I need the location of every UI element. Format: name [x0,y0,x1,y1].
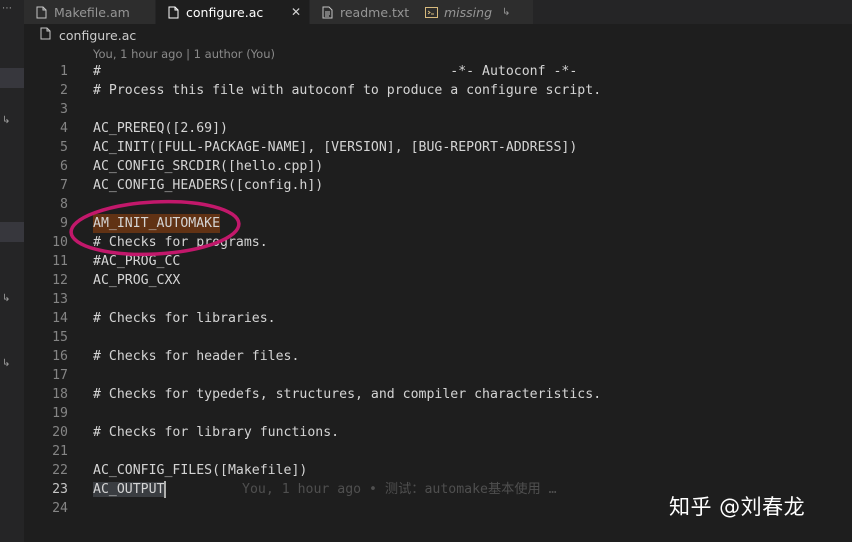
code-text[interactable]: #AC_PROG_CC [93,252,180,271]
line-number: 16 [52,349,68,364]
line-number: 14 [52,311,68,326]
line-number: 2 [60,83,68,98]
code-line: 15 [24,328,852,347]
file-icon [40,27,51,43]
tab-label: configure.ac [186,4,264,20]
dots-icon: ⋯ [2,3,12,14]
line-number: 20 [52,425,68,440]
git-codelens[interactable]: You, 1 hour ago | 1 author (You) [93,47,275,61]
line-number: 7 [60,178,68,193]
file-icon [166,6,180,19]
code-line: 20 # Checks for library functions. [24,423,852,442]
breadcrumb: configure.ac [24,24,852,46]
code-text[interactable]: # Checks for libraries. [93,309,276,328]
code-line: 12 AC_PROG_CXX [24,271,852,290]
breadcrumb-file[interactable]: configure.ac [59,28,136,43]
code-line: 17 [24,366,852,385]
explorer-row[interactable]: ⋯ [0,0,24,20]
symlink-decoration: ↳ [502,6,511,18]
explorer-row[interactable]: ↳ [0,290,24,310]
tab-makefile-am[interactable]: Makefile.am [24,0,156,24]
code-text[interactable]: # Process this file with autoconf to pro… [93,81,601,100]
line-number: 11 [52,254,68,269]
code-line: 10 # Checks for programs. [24,233,852,252]
code-editor[interactable]: 1 # -*- Autoconf -*- 2 # Process this file… [24,62,852,542]
code-text[interactable]: AC_PREREQ([2.69]) [93,119,228,138]
file-icon [34,6,48,19]
tab-bar: Makefile.am configure.ac ✕ readme.txt mi… [24,0,852,24]
link-arrow-icon: ↳ [2,293,11,304]
line-number: 5 [60,140,68,155]
code-line: 16 # Checks for header files. [24,347,852,366]
code-text[interactable]: AC_INIT([FULL-PACKAGE-NAME], [VERSION], … [93,138,577,157]
watermark: 知乎 @刘春龙 [669,495,806,519]
line-number: 9 [60,216,68,231]
line-number: 10 [52,235,68,250]
explorer-row[interactable]: ↳ [0,112,24,132]
terminal-file-icon [424,6,438,18]
highlighted-code-text[interactable]: AM_INIT_AUTOMAKE [93,214,221,233]
code-line: 11 #AC_PROG_CC [24,252,852,271]
code-line: 21 [24,442,852,461]
tab-configure-ac[interactable]: configure.ac ✕ [156,0,310,24]
code-line: 13 [24,290,852,309]
line-number: 6 [60,159,68,174]
code-line: 6 AC_CONFIG_SRCDIR([hello.cpp]) [24,157,852,176]
code-text[interactable]: # Checks for programs. [93,233,268,252]
line-number: 18 [52,387,68,402]
line-number: 12 [52,273,68,288]
tab-label: Makefile.am [54,4,130,20]
line-number: 3 [60,102,68,117]
explorer-row-selected[interactable] [0,222,24,242]
link-arrow-icon: ↳ [2,115,11,126]
code-line: 2 # Process this file with autoconf to pr… [24,81,852,100]
code-text[interactable]: AC_PROG_CXX [93,271,180,290]
code-line: 4 AC_PREREQ([2.69]) [24,119,852,138]
code-line: 5 AC_INIT([FULL-PACKAGE-NAME], [VERSION],… [24,138,852,157]
code-text[interactable]: # Checks for library functions. [93,423,339,442]
code-line: 22 AC_CONFIG_FILES([Makefile]) [24,461,852,480]
code-text[interactable]: AC_CONFIG_FILES([Makefile]) [93,461,307,480]
code-text[interactable]: # -*- Autoconf -*- [93,62,577,81]
line-number: 19 [52,406,68,421]
code-line: 19 [24,404,852,423]
explorer-panel-edge: ⋯ ↳ ↳ ↳ [0,0,24,542]
line-number: 23 [52,482,68,497]
code-line: 3 [24,100,852,119]
line-number: 1 [60,64,68,79]
code-line: 9 AM_INIT_AUTOMAKE [24,214,852,233]
explorer-row[interactable]: ↳ [0,355,24,375]
code-text[interactable]: # Checks for typedefs, structures, and c… [93,385,601,404]
code-text[interactable]: AC_CONFIG_HEADERS([config.h]) [93,176,323,195]
explorer-row-selected[interactable] [0,68,24,88]
line-number: 24 [52,501,68,516]
tab-label: missing [444,4,493,20]
code-line: 1 # -*- Autoconf -*- [24,62,852,81]
line-number: 17 [52,368,68,383]
line-number: 22 [52,463,68,478]
text-file-icon [320,6,334,19]
code-text[interactable]: # Checks for header files. [93,347,299,366]
code-line: 8 [24,195,852,214]
line-number: 13 [52,292,68,307]
line-number: 4 [60,121,68,136]
code-line: 14 # Checks for libraries. [24,309,852,328]
tab-label: readme.txt [340,4,410,20]
line-number: 15 [52,330,68,345]
link-arrow-icon: ↳ [2,358,11,369]
code-text[interactable]: AC_CONFIG_SRCDIR([hello.cpp]) [93,157,323,176]
close-icon[interactable]: ✕ [291,5,301,19]
code-text[interactable]: AC_OUTPUT [93,482,165,497]
code-line: 18 # Checks for typedefs, structures, and… [24,385,852,404]
code-text-wrapper[interactable]: AC_OUTPUT [93,480,167,499]
line-number: 21 [52,444,68,459]
tab-missing[interactable]: missing ↳ [414,0,534,24]
text-cursor [164,480,167,498]
inline-blame: You, 1 hour ago • 测试：automake基本使用 … [242,482,557,497]
code-line: 7 AC_CONFIG_HEADERS([config.h]) [24,176,852,195]
line-number: 8 [60,197,68,212]
